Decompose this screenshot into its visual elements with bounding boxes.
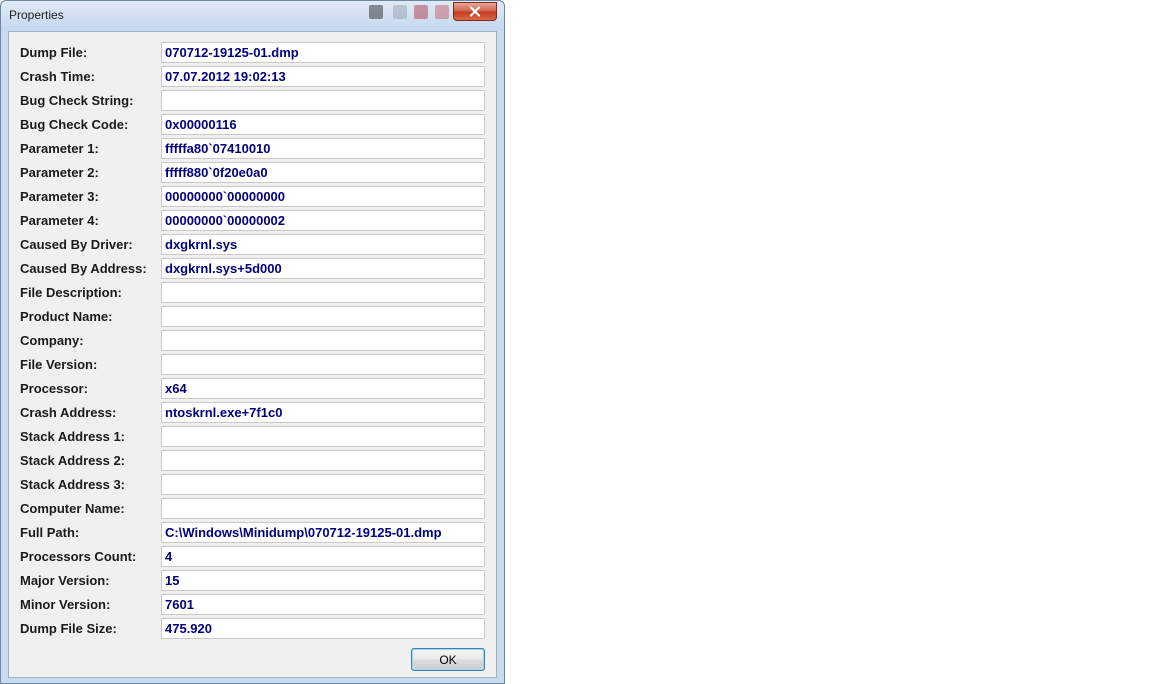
property-row: Minor Version: 7601: [9, 593, 496, 617]
property-row: Full Path: C:\Windows\Minidump\070712-191…: [9, 521, 496, 545]
property-value-field[interactable]: [161, 450, 485, 471]
property-value-field[interactable]: [161, 474, 485, 495]
property-value-field[interactable]: C:\Windows\Minidump\070712-19125-01.dmp: [161, 522, 485, 543]
property-value-field[interactable]: 475.920: [161, 618, 485, 639]
property-row: Stack Address 2:: [9, 449, 496, 473]
property-label: Parameter 1:: [20, 141, 99, 156]
property-row: Bug Check Code: 0x00000116: [9, 113, 496, 137]
background-window-icon: [369, 5, 383, 19]
property-row: Stack Address 3:: [9, 473, 496, 497]
background-window-icon: [393, 5, 407, 19]
property-label: Company:: [20, 333, 84, 348]
property-value-field[interactable]: x64: [161, 378, 485, 399]
property-row: Caused By Address: dxgkrnl.sys+5d000: [9, 257, 496, 281]
property-value-field[interactable]: fffffa80`07410010: [161, 138, 485, 159]
property-label: Product Name:: [20, 309, 113, 324]
property-value-field[interactable]: [161, 90, 485, 111]
ok-button[interactable]: OK: [411, 648, 485, 671]
property-row: Computer Name:: [9, 497, 496, 521]
property-row: File Description:: [9, 281, 496, 305]
property-value-field[interactable]: 15: [161, 570, 485, 591]
property-row: Crash Time: 07.07.2012 19:02:13: [9, 65, 496, 89]
property-label: Dump File:: [20, 45, 88, 60]
property-value-field[interactable]: [161, 426, 485, 447]
property-label: File Version:: [20, 357, 98, 372]
property-row: Parameter 2: fffff880`0f20e0a0: [9, 161, 496, 185]
property-row: Crash Address: ntoskrnl.exe+7f1c0: [9, 401, 496, 425]
property-label: Bug Check Code:: [20, 117, 129, 132]
property-value-field[interactable]: ntoskrnl.exe+7f1c0: [161, 402, 485, 423]
property-label: Crash Address:: [20, 405, 117, 420]
property-label: Bug Check String:: [20, 93, 134, 108]
property-row: Parameter 4: 00000000`00000002: [9, 209, 496, 233]
property-label: Processors Count:: [20, 549, 137, 564]
property-label: Stack Address 2:: [20, 453, 126, 468]
property-label: Caused By Address:: [20, 261, 147, 276]
property-value-field[interactable]: 4: [161, 546, 485, 567]
property-value-field[interactable]: fffff880`0f20e0a0: [161, 162, 485, 183]
property-row: Bug Check String:: [9, 89, 496, 113]
property-row: Company:: [9, 329, 496, 353]
property-label: Dump File Size:: [20, 621, 117, 636]
property-row: Parameter 3: 00000000`00000000: [9, 185, 496, 209]
property-row: Dump File: 070712-19125-01.dmp: [9, 41, 496, 65]
property-value-field[interactable]: 7601: [161, 594, 485, 615]
property-row: Dump File Size: 475.920: [9, 617, 496, 641]
background-window-icon: [435, 5, 449, 19]
property-value-field[interactable]: 00000000`00000002: [161, 210, 485, 231]
close-button[interactable]: [453, 2, 497, 21]
property-value-field[interactable]: [161, 306, 485, 327]
property-row: Stack Address 1:: [9, 425, 496, 449]
property-value-field[interactable]: [161, 354, 485, 375]
background-window-icon: [414, 5, 428, 19]
property-value-field[interactable]: dxgkrnl.sys+5d000: [161, 258, 485, 279]
property-value-field[interactable]: [161, 282, 485, 303]
property-label: Parameter 3:: [20, 189, 99, 204]
properties-panel: Dump File: 070712-19125-01.dmp Crash Time:…: [8, 31, 497, 678]
property-value-field[interactable]: [161, 330, 485, 351]
property-label: Full Path:: [20, 525, 80, 540]
window-title: Properties: [9, 8, 64, 22]
property-value-field[interactable]: 070712-19125-01.dmp: [161, 42, 485, 63]
property-row: Processors Count: 4: [9, 545, 496, 569]
property-row: Product Name:: [9, 305, 496, 329]
property-value-field[interactable]: 07.07.2012 19:02:13: [161, 66, 485, 87]
property-row: File Version:: [9, 353, 496, 377]
close-icon: [469, 6, 481, 17]
property-label: Stack Address 1:: [20, 429, 126, 444]
property-label: Minor Version:: [20, 597, 111, 612]
property-label: Computer Name:: [20, 501, 125, 516]
property-label: Major Version:: [20, 573, 110, 588]
property-label: File Description:: [20, 285, 122, 300]
properties-dialog: Properties Dump File: 070712-19125-01.dmp…: [0, 0, 505, 684]
property-label: Parameter 2:: [20, 165, 99, 180]
property-label: Caused By Driver:: [20, 237, 133, 252]
property-row: Processor: x64: [9, 377, 496, 401]
property-label: Processor:: [20, 381, 88, 396]
property-value-field[interactable]: dxgkrnl.sys: [161, 234, 485, 255]
property-value-field[interactable]: [161, 498, 485, 519]
property-row: Major Version: 15: [9, 569, 496, 593]
property-value-field[interactable]: 0x00000116: [161, 114, 485, 135]
title-bar[interactable]: Properties: [1, 1, 504, 31]
property-label: Crash Time:: [20, 69, 95, 84]
property-row: Parameter 1: fffffa80`07410010: [9, 137, 496, 161]
property-value-field[interactable]: 00000000`00000000: [161, 186, 485, 207]
property-label: Parameter 4:: [20, 213, 99, 228]
property-label: Stack Address 3:: [20, 477, 126, 492]
property-row: Caused By Driver: dxgkrnl.sys: [9, 233, 496, 257]
